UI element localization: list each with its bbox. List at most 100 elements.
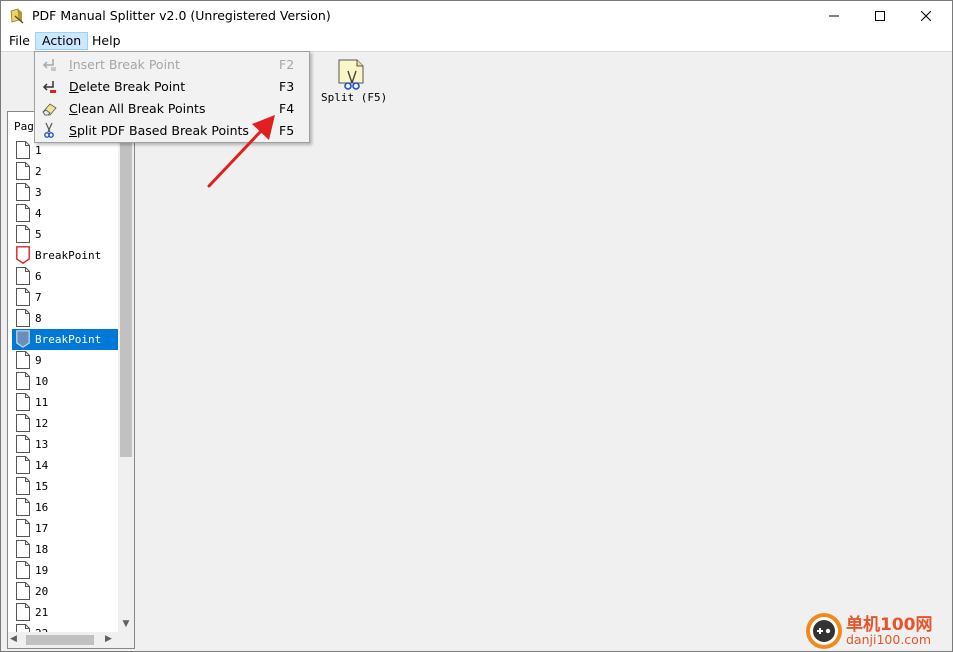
- horizontal-scroll-thumb[interactable]: [26, 635, 94, 645]
- list-item[interactable]: 10: [12, 371, 118, 392]
- list-item[interactable]: 6: [12, 266, 118, 287]
- page-icon: [16, 372, 30, 390]
- menu-file[interactable]: File: [3, 32, 36, 50]
- list-item[interactable]: 4: [12, 203, 118, 224]
- list-item-label: 19: [35, 564, 49, 577]
- list-item[interactable]: 3: [12, 182, 118, 203]
- list-item[interactable]: 16: [12, 497, 118, 518]
- maximize-button[interactable]: [857, 1, 903, 31]
- list-item[interactable]: 21: [12, 602, 118, 623]
- breakpoint-icon: [16, 246, 30, 264]
- menu-item-text: elete Break Point: [78, 79, 186, 94]
- page-list-panel: Page 1 2 3 4 5 BreakPoint 6 7 8 BreakPoint 9 10 11 12…: [7, 111, 135, 649]
- scrollbar-corner: [118, 632, 134, 648]
- scroll-down-icon[interactable]: ▼: [118, 615, 134, 632]
- list-item-label: 14: [35, 459, 49, 472]
- menu-item-label: Delete Break Point: [69, 79, 185, 94]
- eraser-icon: [42, 103, 57, 116]
- title-bar[interactable]: PDF Manual Splitter v2.0 (Unregistered V…: [1, 1, 952, 31]
- list-item-label: 9: [35, 354, 42, 367]
- list-item-label: 3: [35, 186, 42, 199]
- page-icon: [16, 540, 30, 558]
- watermark-url: danji100.com: [846, 632, 931, 647]
- minimize-button[interactable]: [811, 1, 857, 31]
- page-icon: [16, 351, 30, 369]
- menu-item-text: lean All Break Points: [77, 101, 206, 116]
- page-icon: [16, 582, 30, 600]
- list-item[interactable]: 11: [12, 392, 118, 413]
- list-item[interactable]: 1: [12, 140, 118, 161]
- list-item-label: BreakPoint: [35, 333, 102, 346]
- watermark-logo-icon: [806, 613, 842, 649]
- page-icon: [16, 162, 30, 180]
- list-item-label: 6: [35, 270, 42, 283]
- list-item[interactable]: 12: [12, 413, 118, 434]
- list-item[interactable]: 7: [12, 287, 118, 308]
- list-item[interactable]: 22: [12, 623, 118, 632]
- list-item[interactable]: 13: [12, 434, 118, 455]
- menu-item-accelerator: D: [69, 79, 79, 94]
- menu-item-label: Insert Break Point: [69, 57, 180, 72]
- insert-break-icon: [42, 59, 56, 71]
- page-icon: [16, 183, 30, 201]
- page-icon: [16, 561, 30, 579]
- list-item[interactable]: 14: [12, 455, 118, 476]
- list-item-label: 12: [35, 417, 49, 430]
- page-icon: [16, 519, 30, 537]
- page-icon: [16, 393, 30, 411]
- horizontal-scrollbar[interactable]: ◀ ▶: [8, 632, 118, 648]
- menu-item-shortcut: F5: [279, 123, 295, 138]
- list-item-label: 18: [35, 543, 49, 556]
- list-item[interactable]: 20: [12, 581, 118, 602]
- vertical-scrollbar[interactable]: ▼: [118, 112, 134, 632]
- page-icon: [16, 204, 30, 222]
- split-icon: [338, 59, 364, 90]
- minimize-icon: [829, 15, 839, 17]
- list-item-label: 2: [35, 165, 42, 178]
- list-item[interactable]: 9: [12, 350, 118, 371]
- list-item-label: 16: [35, 501, 49, 514]
- list-item-label: 17: [35, 522, 49, 535]
- page-icon: [16, 225, 30, 243]
- breakpoint-item[interactable]: BreakPoint: [12, 245, 118, 266]
- close-icon: [921, 11, 931, 21]
- menu-help[interactable]: Help: [86, 32, 127, 50]
- list-item[interactable]: 19: [12, 560, 118, 581]
- page-icon: [16, 456, 30, 474]
- app-icon: [10, 8, 24, 24]
- annotation-arrow-icon: [207, 115, 275, 188]
- delete-break-icon: [42, 81, 56, 93]
- list-item-label: 11: [35, 396, 49, 409]
- scroll-left-icon[interactable]: ◀: [10, 634, 17, 644]
- list-item-label: 7: [35, 291, 42, 304]
- menu-item-text: nsert Break Point: [72, 57, 180, 72]
- page-list[interactable]: Page 1 2 3 4 5 BreakPoint 6 7 8 BreakPoint 9 10 11 12…: [8, 112, 118, 632]
- page-icon: [16, 288, 30, 306]
- list-item[interactable]: 2: [12, 161, 118, 182]
- menu-item-accelerator: C: [69, 101, 78, 116]
- menu-item-label: Clean All Break Points: [69, 101, 205, 116]
- list-item[interactable]: 5: [12, 224, 118, 245]
- breakpoint-item[interactable]: BreakPoint: [12, 329, 118, 350]
- list-item[interactable]: 18: [12, 539, 118, 560]
- list-item[interactable]: 8: [12, 308, 118, 329]
- list-item[interactable]: 15: [12, 476, 118, 497]
- list-item[interactable]: 17: [12, 518, 118, 539]
- split-toolbar-button[interactable]: Split (F5): [317, 59, 387, 105]
- page-icon: [16, 267, 30, 285]
- menu-item-shortcut: F3: [279, 79, 295, 94]
- insert-break-point-item: Insert Break Point F2: [37, 53, 307, 75]
- page-icon: [16, 435, 30, 453]
- page-icon: [16, 141, 30, 159]
- breakpoint-icon: [16, 330, 30, 348]
- menu-action[interactable]: Action: [35, 32, 89, 50]
- list-item-label: 10: [35, 375, 49, 388]
- menu-item-shortcut: F2: [279, 57, 295, 72]
- page-icon: [16, 498, 30, 516]
- vertical-scroll-thumb[interactable]: [120, 132, 132, 457]
- scroll-right-icon[interactable]: ▶: [105, 634, 112, 644]
- list-item-label: 21: [35, 606, 49, 619]
- list-item-label: 4: [35, 207, 42, 220]
- close-button[interactable]: [903, 1, 949, 31]
- delete-break-point-item[interactable]: Delete Break Point F3: [37, 75, 307, 97]
